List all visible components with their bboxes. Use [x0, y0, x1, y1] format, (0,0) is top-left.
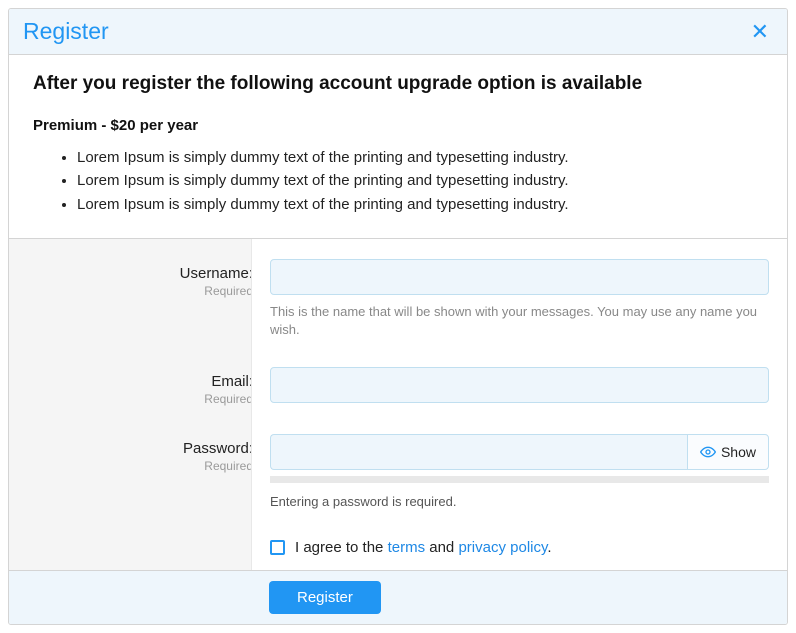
password-input[interactable]	[270, 434, 687, 470]
email-row: Email: Required	[9, 353, 787, 420]
username-required-hint: Required	[27, 284, 253, 298]
email-required-hint: Required	[27, 392, 253, 406]
username-input[interactable]	[270, 259, 769, 295]
list-item: Lorem Ipsum is simply dummy text of the …	[77, 169, 763, 192]
username-label: Username:	[27, 265, 253, 282]
promo-subheading: Premium - $20 per year	[33, 117, 763, 134]
username-row: Username: Required This is the name that…	[9, 239, 787, 353]
register-dialog: Register ✕ After you register the follow…	[8, 8, 788, 625]
email-input[interactable]	[270, 367, 769, 403]
list-item: Lorem Ipsum is simply dummy text of the …	[77, 193, 763, 216]
close-icon: ✕	[751, 19, 769, 44]
privacy-link[interactable]: privacy policy	[458, 539, 547, 556]
agree-checkbox[interactable]	[270, 540, 285, 555]
agree-text: I agree to the terms and privacy policy.	[295, 539, 552, 556]
dialog-footer: Register	[9, 570, 787, 624]
password-label: Password:	[27, 440, 253, 457]
dialog-header: Register ✕	[9, 9, 787, 55]
password-strength-bar	[270, 476, 769, 483]
promo-feature-list: Lorem Ipsum is simply dummy text of the …	[33, 146, 763, 216]
username-hint: This is the name that will be shown with…	[270, 303, 769, 339]
register-button[interactable]: Register	[269, 581, 381, 614]
show-password-button[interactable]: Show	[687, 434, 769, 470]
close-button[interactable]: ✕	[747, 21, 773, 43]
list-item: Lorem Ipsum is simply dummy text of the …	[77, 146, 763, 169]
password-error: Entering a password is required.	[270, 493, 769, 511]
eye-icon	[700, 444, 716, 460]
dialog-title: Register	[23, 18, 109, 45]
agree-row-container: I agree to the terms and privacy policy.	[9, 525, 787, 570]
promo-heading: After you register the following account…	[33, 73, 763, 95]
email-label: Email:	[27, 373, 253, 390]
password-required-hint: Required	[27, 459, 253, 473]
terms-link[interactable]: terms	[388, 539, 426, 556]
promo-section: After you register the following account…	[9, 55, 787, 238]
password-row: Password: Required	[9, 420, 787, 525]
show-password-label: Show	[721, 444, 756, 460]
form-body: Username: Required This is the name that…	[9, 238, 787, 571]
